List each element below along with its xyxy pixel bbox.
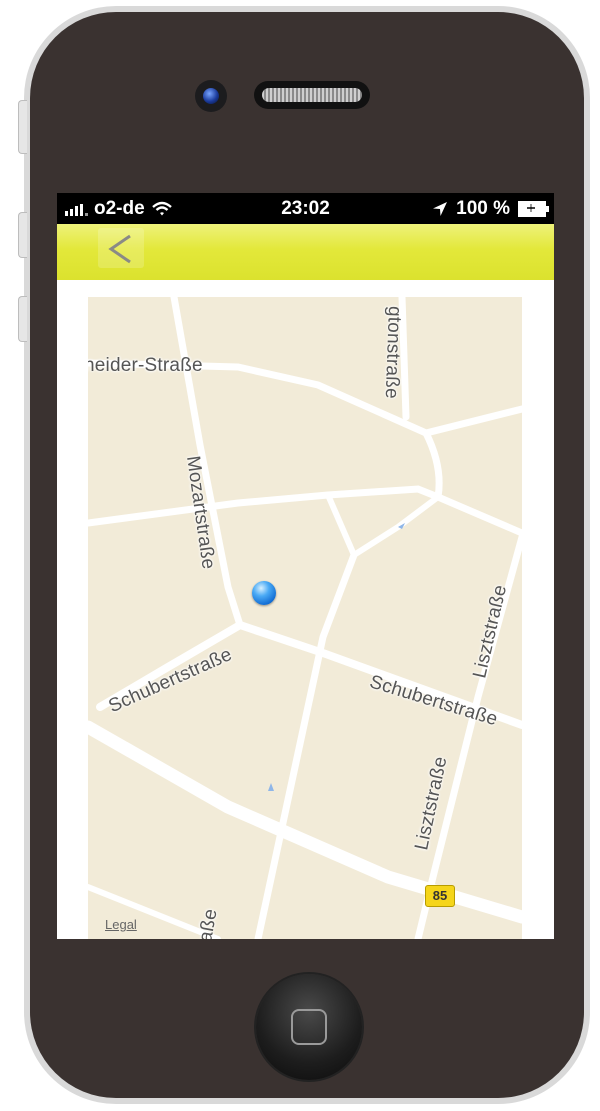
home-button-icon[interactable] bbox=[256, 974, 362, 1080]
street-label: neider-Straße bbox=[88, 355, 203, 376]
volume-down-button bbox=[18, 296, 27, 342]
speaker-grill bbox=[254, 81, 370, 109]
location-arrow-icon bbox=[433, 202, 448, 216]
screen: o2-de 23:02 100 % neider-Straße gtonstra… bbox=[57, 193, 554, 939]
mute-switch bbox=[18, 100, 27, 154]
battery-percent: 100 % bbox=[456, 198, 510, 219]
street-label: aße bbox=[195, 907, 222, 939]
back-button[interactable] bbox=[98, 228, 144, 268]
front-camera-icon bbox=[195, 80, 227, 112]
navigation-bar bbox=[57, 224, 554, 280]
battery-icon bbox=[518, 201, 549, 217]
map-view[interactable]: neider-Straße gtonstraße Mozartstraße Sc… bbox=[88, 297, 522, 939]
street-label: gtonstraße bbox=[380, 305, 405, 400]
status-right: 100 % bbox=[432, 198, 549, 220]
route-badge: 85 bbox=[425, 885, 455, 907]
map-roads bbox=[88, 297, 522, 939]
legal-link[interactable]: Legal bbox=[105, 917, 137, 932]
status-bar: o2-de 23:02 100 % bbox=[57, 193, 554, 224]
volume-up-button bbox=[18, 212, 27, 258]
chevron-left-icon bbox=[108, 234, 131, 264]
current-location-icon[interactable] bbox=[252, 581, 276, 605]
